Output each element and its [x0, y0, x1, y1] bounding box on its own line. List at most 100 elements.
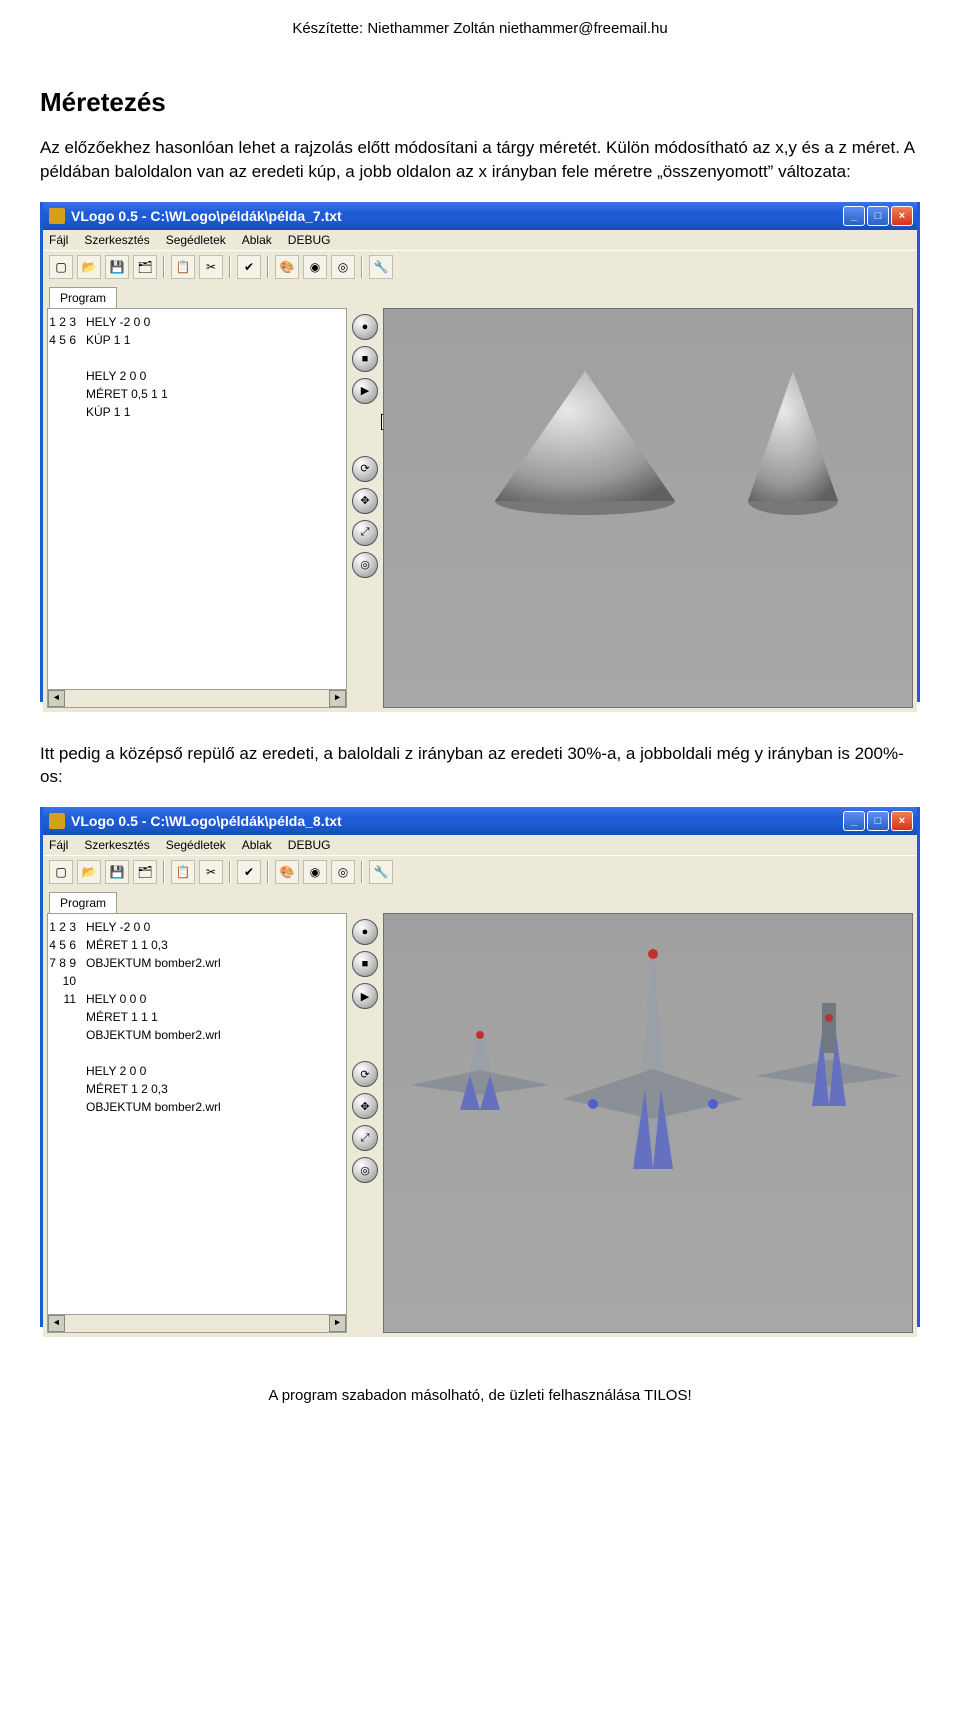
material-icon[interactable]: ◎ — [331, 860, 355, 884]
menu-item[interactable]: Szerkesztés — [84, 233, 149, 247]
run-icon[interactable]: ✔ — [237, 255, 261, 279]
app-icon — [49, 208, 65, 224]
page-header: Készítette: Niethammer Zoltán niethammer… — [40, 20, 920, 37]
menu-item[interactable]: Segédletek — [166, 233, 226, 247]
app-window-2: VLogo 0.5 - C:\WLogo\példák\példa_8.txt … — [40, 807, 920, 1327]
cone-original — [490, 366, 680, 516]
scroll-left-icon[interactable]: ◄ — [48, 690, 65, 707]
plane-right — [754, 998, 904, 1118]
view-controls: ● ■ ▶ ⟳ ✥ ⤢ ◎ — [347, 913, 383, 1333]
toolbar-separator — [267, 256, 269, 278]
toolbar-separator — [163, 256, 165, 278]
menu-item[interactable]: Ablak — [242, 838, 272, 852]
play-icon[interactable]: ▶ — [352, 378, 378, 404]
view-controls: Fly ●■▶⟳✥⤢◎ — [347, 308, 383, 708]
page-footer: A program szabadon másolható, de üzleti … — [40, 1387, 920, 1404]
menu-item[interactable]: DEBUG — [288, 838, 331, 852]
toolbar-separator — [361, 861, 363, 883]
zoom-icon[interactable]: ⤢ — [352, 520, 378, 546]
code-lines[interactable]: HELY -2 0 0 KÚP 1 1 HELY 2 0 0 MÉRET 0,5… — [82, 309, 346, 689]
center-icon[interactable]: ◎ — [352, 1157, 378, 1183]
toolbar: ▢📂💾🗂 📋✂ ✔ 🎨◉◎ 🔧 — [43, 250, 917, 283]
cut-icon[interactable]: ✂ — [199, 255, 223, 279]
menu-item[interactable]: Ablak — [242, 233, 272, 247]
line-gutter: 1 2 3 4 5 6 7 8 9 10 11 — [48, 914, 82, 1314]
saveall-icon[interactable]: 🗂 — [133, 255, 157, 279]
tab-program[interactable]: Program — [49, 892, 117, 913]
palette-icon[interactable]: 🎨 — [275, 255, 299, 279]
code-editor[interactable]: 1 2 3 4 5 6 7 8 9 10 11 HELY -2 0 0 MÉRE… — [47, 913, 347, 1333]
window-title: VLogo 0.5 - C:\WLogo\példák\példa_7.txt — [71, 208, 843, 224]
new-icon[interactable]: ▢ — [49, 860, 73, 884]
rec-icon[interactable]: ● — [352, 919, 378, 945]
open-icon[interactable]: 📂 — [77, 860, 101, 884]
toolbar-separator — [229, 256, 231, 278]
minimize-button[interactable]: _ — [843, 811, 865, 831]
toolbar-separator — [267, 861, 269, 883]
app-window-1: VLogo 0.5 - C:\WLogo\példák\példa_7.txt … — [40, 202, 920, 702]
open-icon[interactable]: 📂 — [77, 255, 101, 279]
plane-left — [405, 1015, 555, 1125]
scroll-right-icon[interactable]: ► — [329, 1315, 346, 1332]
cut-icon[interactable]: ✂ — [199, 860, 223, 884]
menubar: Fájl Szerkesztés Segédletek Ablak DEBUG — [43, 230, 917, 250]
close-button[interactable]: × — [891, 811, 913, 831]
code-lines[interactable]: HELY -2 0 0 MÉRET 1 1 0,3 OBJEKTUM bombe… — [82, 914, 346, 1314]
stop-icon[interactable]: ■ — [352, 346, 378, 372]
menu-item[interactable]: Segédletek — [166, 838, 226, 852]
app-icon — [49, 813, 65, 829]
minimize-button[interactable]: _ — [843, 206, 865, 226]
zoom-icon[interactable]: ⤢ — [352, 1125, 378, 1151]
center-icon[interactable]: ◎ — [352, 552, 378, 578]
play-icon[interactable]: ▶ — [352, 983, 378, 1009]
plane-center — [553, 939, 753, 1199]
color-icon[interactable]: ◉ — [303, 255, 327, 279]
move-icon[interactable]: ✥ — [352, 488, 378, 514]
viewport-3d[interactable] — [383, 308, 913, 708]
tab-row: Program — [43, 888, 917, 913]
menu-item[interactable]: Szerkesztés — [84, 838, 149, 852]
titlebar: VLogo 0.5 - C:\WLogo\példák\példa_8.txt … — [43, 807, 917, 835]
toolbar-separator — [361, 256, 363, 278]
maximize-button[interactable]: □ — [867, 811, 889, 831]
scroll-left-icon[interactable]: ◄ — [48, 1315, 65, 1332]
menu-item[interactable]: Fájl — [49, 233, 68, 247]
close-button[interactable]: × — [891, 206, 913, 226]
tab-row: Program — [43, 283, 917, 308]
intro-paragraph: Az előzőekhez hasonlóan lehet a rajzolás… — [40, 136, 920, 184]
rec-icon[interactable]: ● — [352, 314, 378, 340]
scroll-right-icon[interactable]: ► — [329, 690, 346, 707]
menu-item[interactable]: Fájl — [49, 838, 68, 852]
material-icon[interactable]: ◎ — [331, 255, 355, 279]
viewport-3d[interactable] — [383, 913, 913, 1333]
move-icon[interactable]: ✥ — [352, 1093, 378, 1119]
save-icon[interactable]: 💾 — [105, 860, 129, 884]
titlebar: VLogo 0.5 - C:\WLogo\példák\példa_7.txt … — [43, 202, 917, 230]
tools-icon[interactable]: 🔧 — [369, 860, 393, 884]
toolbar-separator — [163, 861, 165, 883]
section-heading: Méretezés — [40, 87, 920, 118]
rotate-icon[interactable]: ⟳ — [352, 1061, 378, 1087]
rotate-icon[interactable]: ⟳ — [352, 456, 378, 482]
line-gutter: 1 2 3 4 5 6 — [48, 309, 82, 689]
cone-scaled — [743, 366, 843, 516]
code-editor[interactable]: 1 2 3 4 5 6 HELY -2 0 0 KÚP 1 1 HELY 2 0… — [47, 308, 347, 708]
tab-program[interactable]: Program — [49, 287, 117, 308]
toolbar-separator — [229, 861, 231, 883]
window-title: VLogo 0.5 - C:\WLogo\példák\példa_8.txt — [71, 813, 843, 829]
copy-icon[interactable]: 📋 — [171, 860, 195, 884]
menubar: Fájl Szerkesztés Segédletek Ablak DEBUG — [43, 835, 917, 855]
between-paragraph: Itt pedig a középső repülő az eredeti, a… — [40, 742, 920, 790]
color-icon[interactable]: ◉ — [303, 860, 327, 884]
palette-icon[interactable]: 🎨 — [275, 860, 299, 884]
new-icon[interactable]: ▢ — [49, 255, 73, 279]
save-icon[interactable]: 💾 — [105, 255, 129, 279]
stop-icon[interactable]: ■ — [352, 951, 378, 977]
saveall-icon[interactable]: 🗂 — [133, 860, 157, 884]
toolbar: ▢📂💾🗂 📋✂ ✔ 🎨◉◎ 🔧 — [43, 855, 917, 888]
tools-icon[interactable]: 🔧 — [369, 255, 393, 279]
copy-icon[interactable]: 📋 — [171, 255, 195, 279]
menu-item[interactable]: DEBUG — [288, 233, 331, 247]
maximize-button[interactable]: □ — [867, 206, 889, 226]
run-icon[interactable]: ✔ — [237, 860, 261, 884]
